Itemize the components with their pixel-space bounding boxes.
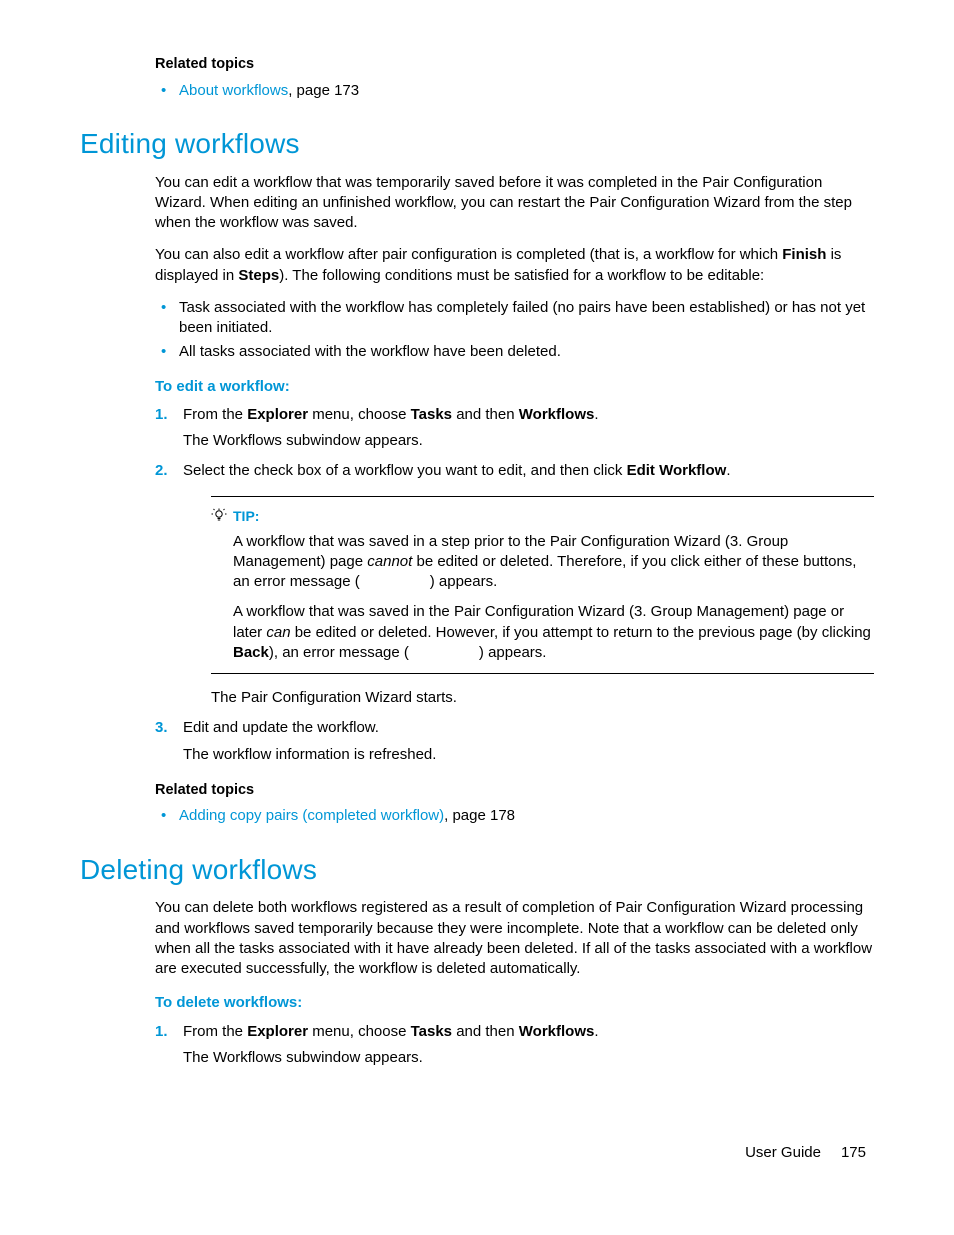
conditions-list: Task associated with the workflow has co… [155, 298, 874, 363]
list-item: All tasks associated with the workflow h… [155, 342, 874, 362]
deleting-workflows-heading: Deleting workflows [80, 851, 874, 889]
bold-text: Steps [238, 267, 279, 284]
delete-steps-list: From the Explorer menu, choose Tasks and… [155, 1022, 874, 1069]
procedure-heading: To delete workflows: [155, 993, 874, 1013]
step-result: The Workflows subwindow appears. [183, 1048, 874, 1068]
tip-box: TIP: A workflow that was saved in a step… [211, 496, 874, 674]
about-workflows-link[interactable]: About workflows [179, 82, 288, 99]
related-topics-heading: Related topics [155, 781, 874, 801]
step-result: The Pair Configuration Wizard starts. [211, 688, 874, 708]
step-result: The workflow information is refreshed. [183, 745, 874, 765]
page-ref: , page 173 [288, 82, 359, 99]
paragraph: You can delete both workflows registered… [155, 898, 874, 979]
paragraph: You can edit a workflow that was tempora… [155, 173, 874, 234]
page-footer: User Guide 175 [745, 1143, 866, 1163]
tip-body: A workflow that was saved in a step prio… [233, 532, 874, 664]
editing-workflows-body: You can edit a workflow that was tempora… [155, 173, 874, 827]
footer-label: User Guide [745, 1144, 821, 1161]
related-topics-top: Related topics About workflows, page 173 [155, 55, 874, 101]
bold-text: Finish [782, 246, 826, 263]
paragraph: You can also edit a workflow after pair … [155, 245, 874, 286]
list-item: Adding copy pairs (completed workflow), … [155, 806, 874, 826]
list-item: Task associated with the workflow has co… [155, 298, 874, 339]
step-item: Edit and update the workflow. The workfl… [155, 718, 874, 765]
list-item: About workflows, page 173 [155, 81, 874, 101]
edit-steps-list: From the Explorer menu, choose Tasks and… [155, 405, 874, 765]
tip-paragraph: A workflow that was saved in the Pair Co… [233, 602, 874, 663]
related-topics-list: About workflows, page 173 [155, 81, 874, 101]
editing-workflows-heading: Editing workflows [80, 125, 874, 163]
tip-header: TIP: [211, 507, 874, 526]
page: Related topics About workflows, page 173… [0, 0, 954, 1235]
related-topics-list: Adding copy pairs (completed workflow), … [155, 806, 874, 826]
step-result: The Workflows subwindow appears. [183, 431, 874, 451]
lightbulb-icon [211, 508, 227, 524]
page-ref: , page 178 [444, 807, 515, 824]
step-item: From the Explorer menu, choose Tasks and… [155, 405, 874, 452]
tip-label: TIP: [233, 507, 259, 526]
page-number: 175 [841, 1144, 866, 1161]
step-item: From the Explorer menu, choose Tasks and… [155, 1022, 874, 1069]
procedure-heading: To edit a workflow: [155, 377, 874, 397]
step-item: Select the check box of a workflow you w… [155, 461, 874, 708]
adding-copy-pairs-link[interactable]: Adding copy pairs (completed workflow) [179, 807, 444, 824]
deleting-workflows-body: You can delete both workflows registered… [155, 898, 874, 1068]
tip-paragraph: A workflow that was saved in a step prio… [233, 532, 874, 593]
related-topics-heading: Related topics [155, 55, 874, 75]
divider [211, 496, 874, 497]
divider [211, 673, 874, 674]
